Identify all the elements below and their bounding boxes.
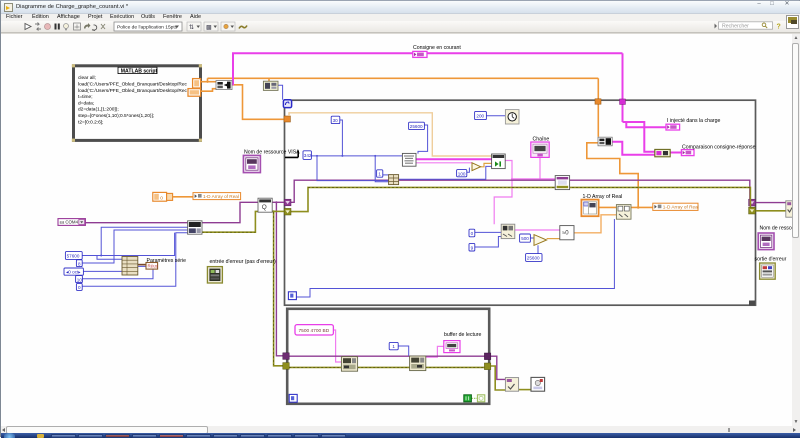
svg-text:0: 0 [471, 231, 474, 236]
svg-text:?: ? [777, 24, 781, 31]
svg-text:⅏ COM4: ⅏ COM4 [59, 220, 79, 225]
svg-text:load('C:/Users/PFE_Obled_Branq: load('C:/Users/PFE_Obled_Branquart/Deskt… [78, 82, 187, 88]
svg-text:10: 10 [77, 277, 83, 282]
svg-text:Comparaison consigne-réponse: Comparaison consigne-réponse [682, 144, 756, 150]
svg-text:entrée d'erreur (pas d'erreur): entrée d'erreur (pas d'erreur) [210, 259, 277, 265]
svg-text:9: 9 [471, 245, 474, 250]
svg-text:0: 0 [78, 285, 81, 290]
svg-text:Paramètres série: Paramètres série [147, 258, 187, 264]
svg-text:Police de l'application 15pts: Police de l'application 15pts [117, 24, 178, 30]
svg-text:500: 500 [521, 236, 529, 241]
svg-text:◂0 oct▸: ◂0 oct▸ [66, 270, 81, 275]
svg-text:57600: 57600 [67, 254, 80, 259]
svg-text:25600: 25600 [527, 256, 540, 261]
svg-text:25600: 25600 [410, 124, 423, 129]
svg-text:buffer de lecture: buffer de lecture [444, 332, 482, 338]
svg-text:0: 0 [160, 195, 163, 201]
svg-text:Nom de ressource VISA: Nom de ressource VISA [244, 149, 300, 155]
svg-text:342: 342 [304, 153, 312, 158]
svg-text:1: 1 [392, 344, 395, 349]
svg-text:clear all;: clear all; [78, 75, 96, 81]
svg-text:200: 200 [476, 114, 484, 119]
svg-text:8: 8 [78, 261, 81, 266]
svg-text:sortie d'erreur: sortie d'erreur [755, 257, 787, 263]
svg-text:1-D Array of Real: 1-D Array of Real [203, 194, 239, 199]
svg-text:⇅: ⇅ [189, 25, 194, 31]
svg-text:load('C:/Users/PFE_Obled_Branq: load('C:/Users/PFE_Obled_Branquart/Deskt… [78, 88, 187, 94]
svg-text:d=data;: d=data; [78, 100, 94, 106]
svg-text:d2=data(1,[1:200]);: d2=data(1,[1:200]); [78, 107, 119, 113]
svg-text:I injecté dans la charge: I injecté dans la charge [667, 118, 720, 124]
svg-text:Rechercher: Rechercher [722, 23, 749, 29]
svg-text:Chaîne: Chaîne [533, 136, 550, 142]
svg-text:1-D Array of Real: 1-D Array of Real [663, 205, 699, 210]
svg-text:Q: Q [262, 204, 267, 211]
svg-text:30: 30 [333, 118, 339, 123]
svg-text:t=time;: t=time; [78, 94, 93, 100]
svg-text:1-D Array of Real: 1-D Array of Real [583, 194, 623, 200]
svg-text:Consigne en courant: Consigne en courant [413, 45, 461, 51]
svg-text:7500 4700 BD: 7500 4700 BD [299, 328, 330, 334]
svg-text:▩: ▩ [206, 25, 212, 31]
svg-text:≈0: ≈0 [562, 231, 569, 237]
svg-text:t2=[0:0.2:6];: t2=[0:0.2:6]; [78, 119, 103, 125]
svg-text:1: 1 [378, 172, 381, 177]
svg-text:Réus: Réus [148, 264, 159, 269]
svg-text:100: 100 [458, 171, 466, 176]
svg-text:MATLAB script: MATLAB script [121, 68, 158, 74]
svg-text:step=[0*ones(1,10);0.5*ones(1,: step=[0*ones(1,10);0.5*ones(1,20)]; [78, 113, 154, 119]
